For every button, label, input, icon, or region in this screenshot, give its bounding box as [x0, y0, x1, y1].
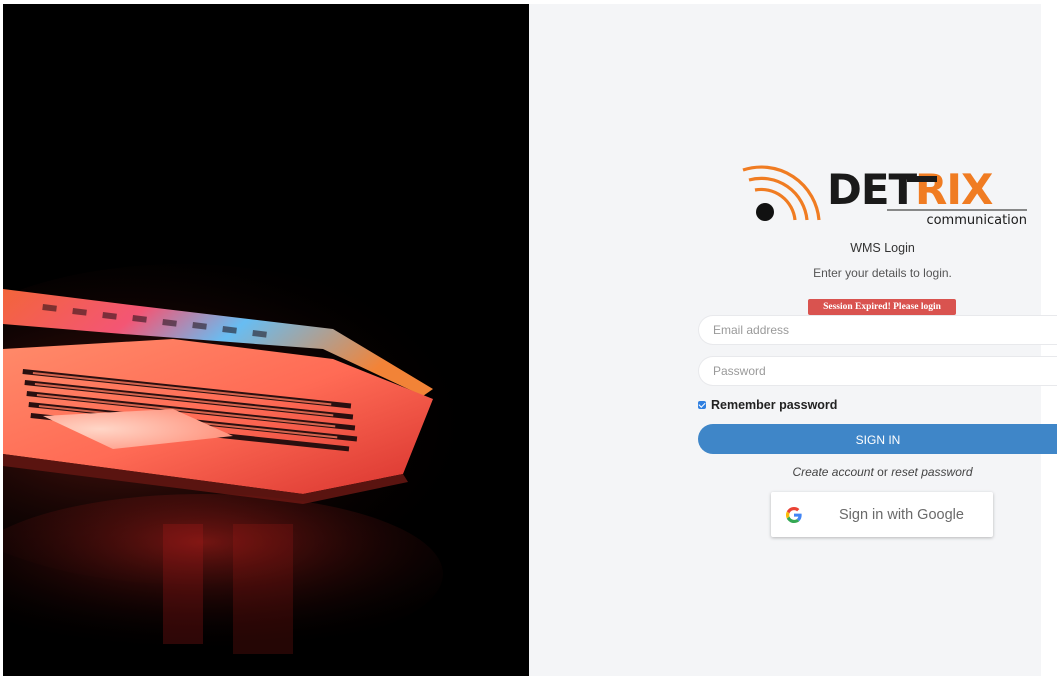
laptop-illustration	[3, 4, 529, 676]
detrix-logo: DET RIX communication	[742, 165, 1027, 228]
google-signin-button[interactable]: Sign in with Google	[771, 492, 993, 537]
sign-in-button[interactable]: SIGN IN	[698, 424, 1057, 454]
login-subtitle: Enter your details to login.	[813, 266, 952, 280]
page-title: WMS Login	[850, 241, 915, 255]
google-g-icon	[786, 506, 802, 523]
create-account-link[interactable]: Create account	[792, 465, 873, 479]
or-text: or	[877, 465, 888, 479]
login-panel: DET RIX communication WMS Login Enter yo…	[529, 4, 1057, 676]
password-field[interactable]	[698, 356, 1057, 386]
svg-text:DET: DET	[827, 165, 918, 214]
account-links: Create account or reset password	[529, 465, 1057, 479]
svg-text:RIX: RIX	[915, 165, 993, 214]
google-signin-label: Sign in with Google	[839, 506, 964, 523]
session-expired-alert: Session Expired! Please login	[808, 299, 956, 315]
email-field[interactable]	[698, 315, 1057, 345]
remember-password-row[interactable]: Remember password	[698, 397, 837, 413]
svg-text:communication: communication	[926, 213, 1027, 228]
hero-image	[3, 4, 529, 676]
reset-password-link[interactable]: reset password	[891, 465, 972, 479]
remember-checkbox[interactable]	[698, 401, 706, 409]
remember-label: Remember password	[711, 398, 838, 412]
